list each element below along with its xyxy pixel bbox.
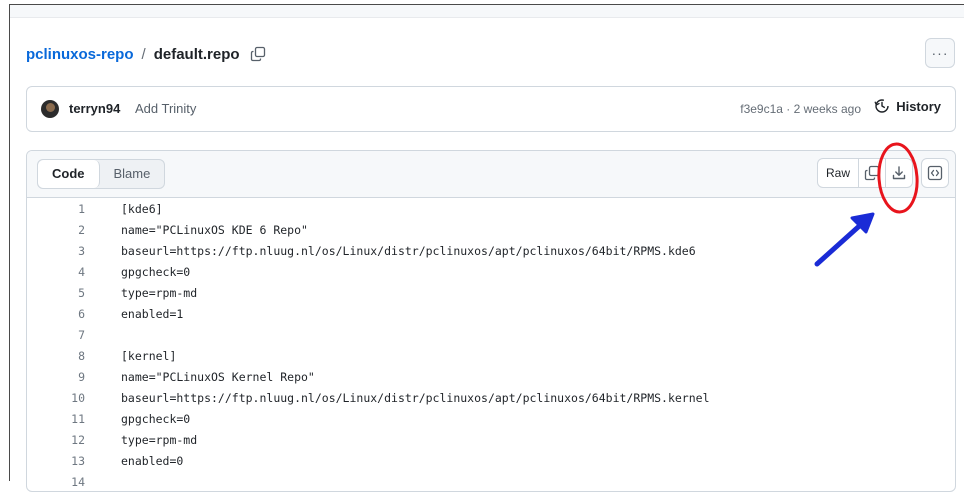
view-toggle: Code Blame xyxy=(37,159,166,189)
tab-blame[interactable]: Blame xyxy=(100,160,165,188)
symbols-panel-button[interactable] xyxy=(921,158,950,188)
line-text: baseurl=https://ftp.nluug.nl/os/Linux/di… xyxy=(121,391,710,405)
line-number[interactable]: 10 xyxy=(27,388,85,409)
tab-code[interactable]: Code xyxy=(38,160,100,188)
line-number[interactable]: 3 xyxy=(27,241,85,262)
code-square-icon xyxy=(927,165,943,181)
breadcrumb-separator: / xyxy=(141,45,146,63)
history-label: History xyxy=(896,98,941,114)
code-line: 10 baseurl=https://ftp.nluug.nl/os/Linux/… xyxy=(27,388,955,409)
file-actions: Raw xyxy=(817,158,950,188)
code-line: 1 [kde6] xyxy=(27,199,955,220)
latest-commit-bar: terryn94 Add Trinity f3e9c1a · 2 weeks a… xyxy=(26,86,956,132)
top-strip xyxy=(10,5,964,18)
line-number[interactable]: 1 xyxy=(27,199,85,220)
code-line: 7 xyxy=(27,325,955,346)
repo-link[interactable]: pclinuxos-repo xyxy=(26,46,134,63)
commit-message[interactable]: Add Trinity xyxy=(135,101,196,116)
code-line: 5 type=rpm-md xyxy=(27,283,955,304)
line-number[interactable]: 13 xyxy=(27,451,85,472)
code-line: 12 type=rpm-md xyxy=(27,430,955,451)
code-line: 11 gpgcheck=0 xyxy=(27,409,955,430)
line-text: type=rpm-md xyxy=(121,286,198,300)
code-line: 3 baseurl=https://ftp.nluug.nl/os/Linux/d… xyxy=(27,241,955,262)
file-header: Code Blame Raw xyxy=(27,151,955,198)
line-text: enabled=1 xyxy=(121,307,184,321)
code-body: 1 [kde6] 2 name="PCLinuxOS KDE 6 Repo" 3 base… xyxy=(27,199,955,491)
line-number[interactable]: 8 xyxy=(27,346,85,367)
line-text: gpgcheck=0 xyxy=(121,265,191,279)
line-number[interactable]: 4 xyxy=(27,262,85,283)
copy-icon[interactable] xyxy=(250,46,266,62)
history-icon xyxy=(874,99,889,113)
line-number[interactable]: 12 xyxy=(27,430,85,451)
line-text: [kernel] xyxy=(121,349,177,363)
line-number[interactable]: 7 xyxy=(27,325,85,346)
more-options-button[interactable]: ··· xyxy=(925,38,955,68)
line-text: type=rpm-md xyxy=(121,433,198,447)
line-number[interactable]: 5 xyxy=(27,283,85,304)
code-line: 4 gpgcheck=0 xyxy=(27,262,955,283)
commit-meta[interactable]: f3e9c1a · 2 weeks ago xyxy=(740,102,861,116)
copy-icon xyxy=(864,165,880,181)
copy-raw-button[interactable] xyxy=(859,158,887,188)
line-number[interactable]: 14 xyxy=(27,472,85,491)
line-text: [kde6] xyxy=(121,202,163,216)
history-button[interactable]: History xyxy=(874,98,941,114)
line-number[interactable]: 2 xyxy=(27,220,85,241)
avatar[interactable] xyxy=(41,100,59,118)
commit-author[interactable]: terryn94 xyxy=(69,101,120,116)
file-viewer: Code Blame Raw 1 [kde6] 2 name="PCLinuxOS K… xyxy=(26,150,956,492)
breadcrumb: pclinuxos-repo / default.repo xyxy=(26,42,266,66)
line-number[interactable]: 11 xyxy=(27,409,85,430)
code-line: 14 xyxy=(27,472,955,491)
line-text: name="PCLinuxOS KDE 6 Repo" xyxy=(121,223,308,237)
code-line: 8 [kernel] xyxy=(27,346,955,367)
file-name: default.repo xyxy=(153,45,240,63)
download-raw-button[interactable] xyxy=(886,158,914,188)
line-number[interactable]: 9 xyxy=(27,367,85,388)
download-icon xyxy=(892,166,906,180)
line-number[interactable]: 6 xyxy=(27,304,85,325)
code-line: 6 enabled=1 xyxy=(27,304,955,325)
line-text: gpgcheck=0 xyxy=(121,412,191,426)
line-text: baseurl=https://ftp.nluug.nl/os/Linux/di… xyxy=(121,244,696,258)
more-options-label: ··· xyxy=(931,45,949,61)
line-text: enabled=0 xyxy=(121,454,184,468)
code-line: 2 name="PCLinuxOS KDE 6 Repo" xyxy=(27,220,955,241)
line-text: name="PCLinuxOS Kernel Repo" xyxy=(121,370,315,384)
code-line: 9 name="PCLinuxOS Kernel Repo" xyxy=(27,367,955,388)
raw-button[interactable]: Raw xyxy=(817,158,860,188)
code-line: 13 enabled=0 xyxy=(27,451,955,472)
